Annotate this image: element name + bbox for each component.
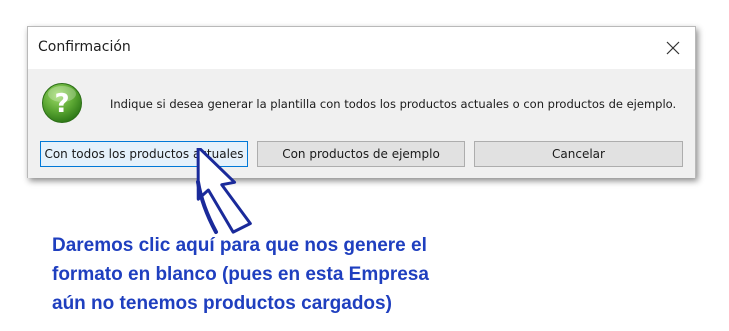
annotation-line: formato en blanco (pues en esta Empresa [52, 264, 429, 285]
close-button[interactable] [659, 35, 687, 61]
annotation-line: Daremos clic aquí para que nos genere el [52, 235, 427, 256]
example-products-button[interactable]: Con productos de ejemplo [257, 141, 465, 167]
annotation-text: Daremos clic aquí para que nos genere el… [52, 231, 429, 318]
confirmation-dialog: Confirmación ? Indique si desea generar … [27, 26, 696, 178]
close-icon [666, 41, 680, 55]
dialog-titlebar: Confirmación [28, 27, 695, 69]
annotation-line: aún no tenemos productos cargados) [52, 293, 392, 314]
screenshot-page: Confirmación ? Indique si desea generar … [0, 0, 729, 331]
dialog-message: Indique si desea generar la plantilla co… [110, 97, 677, 111]
dialog-content: ? Indique si desea generar la plantilla … [28, 69, 695, 178]
svg-text:?: ? [54, 89, 69, 119]
dialog-title: Confirmación [38, 39, 131, 55]
pointer-arrow-icon [196, 148, 252, 234]
cancel-button[interactable]: Cancelar [474, 141, 683, 167]
question-mark-icon: ? [42, 83, 82, 123]
